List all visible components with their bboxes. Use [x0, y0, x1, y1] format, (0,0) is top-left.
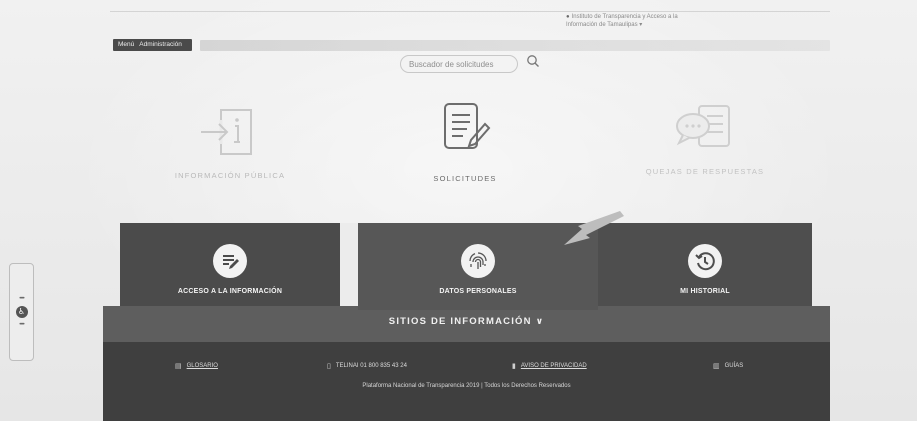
- footer-link-guias[interactable]: ▥ GUÍAS: [713, 362, 743, 370]
- edit-list-icon: [213, 244, 247, 278]
- footer-link-aviso[interactable]: ▮ AVISO DE PRIVACIDAD: [512, 362, 587, 370]
- nav-label: SOLICITUDES: [433, 174, 497, 183]
- footer-link-glosario[interactable]: ▤ GLOSARIO: [175, 362, 218, 370]
- menu-link[interactable]: Menú: [118, 41, 134, 48]
- chat-document-icon: [676, 105, 730, 147]
- book-icon: ▤: [175, 363, 182, 370]
- sitios-de-informacion-toggle[interactable]: SITIOS DE INFORMACIÓN ∨: [103, 316, 830, 327]
- nav-solicitudes[interactable]: SOLICITUDES: [400, 100, 530, 183]
- sitios-label: SITIOS DE INFORMACIÓN: [388, 316, 532, 327]
- search-icon[interactable]: [526, 54, 540, 68]
- fingerprint-icon: [461, 244, 495, 278]
- chevron-down-icon: ▾: [639, 22, 643, 28]
- accessibility-widget[interactable]: •••• ♿ ••••: [9, 263, 34, 361]
- search-input[interactable]: [400, 55, 518, 73]
- footer-link-label: TELINAI 01 800 835 43 24: [335, 363, 407, 369]
- footer: [103, 342, 830, 421]
- nav-quejas[interactable]: QUEJAS DE RESPUESTAS: [630, 100, 780, 176]
- footer-link-label: GUÍAS: [724, 363, 744, 369]
- accessibility-icon: ♿: [15, 306, 28, 318]
- phone-icon: ▯: [327, 363, 331, 370]
- footer-links: ▤ GLOSARIO ▯ TELINAI 01 800 835 43 24 ▮ AVI…: [175, 362, 775, 372]
- nav-label: QUEJAS DE RESPUESTAS: [645, 167, 765, 176]
- card-mi-historial[interactable]: MI HISTORIAL: [598, 223, 812, 306]
- document-pencil-icon: [444, 103, 491, 149]
- search-bar: [400, 55, 540, 73]
- card-acceso-informacion[interactable]: ACCESO A LA INFORMACIÓN: [120, 223, 340, 306]
- admin-link[interactable]: Administración: [139, 41, 182, 48]
- institute-selector[interactable]: ● Instituto de Transparencia y Acceso a l…: [566, 13, 746, 29]
- institute-line2: Información de Tamaulipas: [566, 22, 638, 28]
- institute-icon: ●: [566, 14, 570, 20]
- footer-link-telefono[interactable]: ▯ TELINAI 01 800 835 43 24: [327, 362, 407, 370]
- history-clock-icon: [688, 244, 722, 278]
- card-gap: [340, 223, 358, 306]
- footer-link-label: GLOSARIO: [186, 363, 218, 369]
- copyright-text: Plataforma Nacional de Transparencia 201…: [362, 383, 571, 389]
- top-divider: [110, 0, 830, 12]
- dots-decoration: ••••: [19, 296, 25, 302]
- institute-line1: Instituto de Transparencia y Acceso a la: [571, 14, 678, 20]
- footer-link-label: AVISO DE PRIVACIDAD: [520, 363, 587, 369]
- card-label: ACCESO A LA INFORMACIÓN: [177, 288, 283, 295]
- nav-informacion-publica[interactable]: INFORMACIÓN PÚBLICA: [160, 104, 300, 180]
- nav-label: INFORMACIÓN PÚBLICA: [174, 171, 286, 180]
- dots-decoration: ••••: [19, 322, 25, 328]
- menu-bar: Menú Administración: [113, 39, 192, 51]
- info-icon: ▮: [512, 363, 516, 370]
- card-label: DATOS PERSONALES: [439, 288, 517, 295]
- menu-strip: [200, 40, 830, 51]
- card-label: MI HISTORIAL: [680, 288, 730, 295]
- guide-icon: ▥: [713, 363, 720, 370]
- chevron-down-icon: ∨: [535, 316, 545, 326]
- info-document-icon: [201, 109, 252, 155]
- arrow-annotation-icon: [564, 211, 624, 245]
